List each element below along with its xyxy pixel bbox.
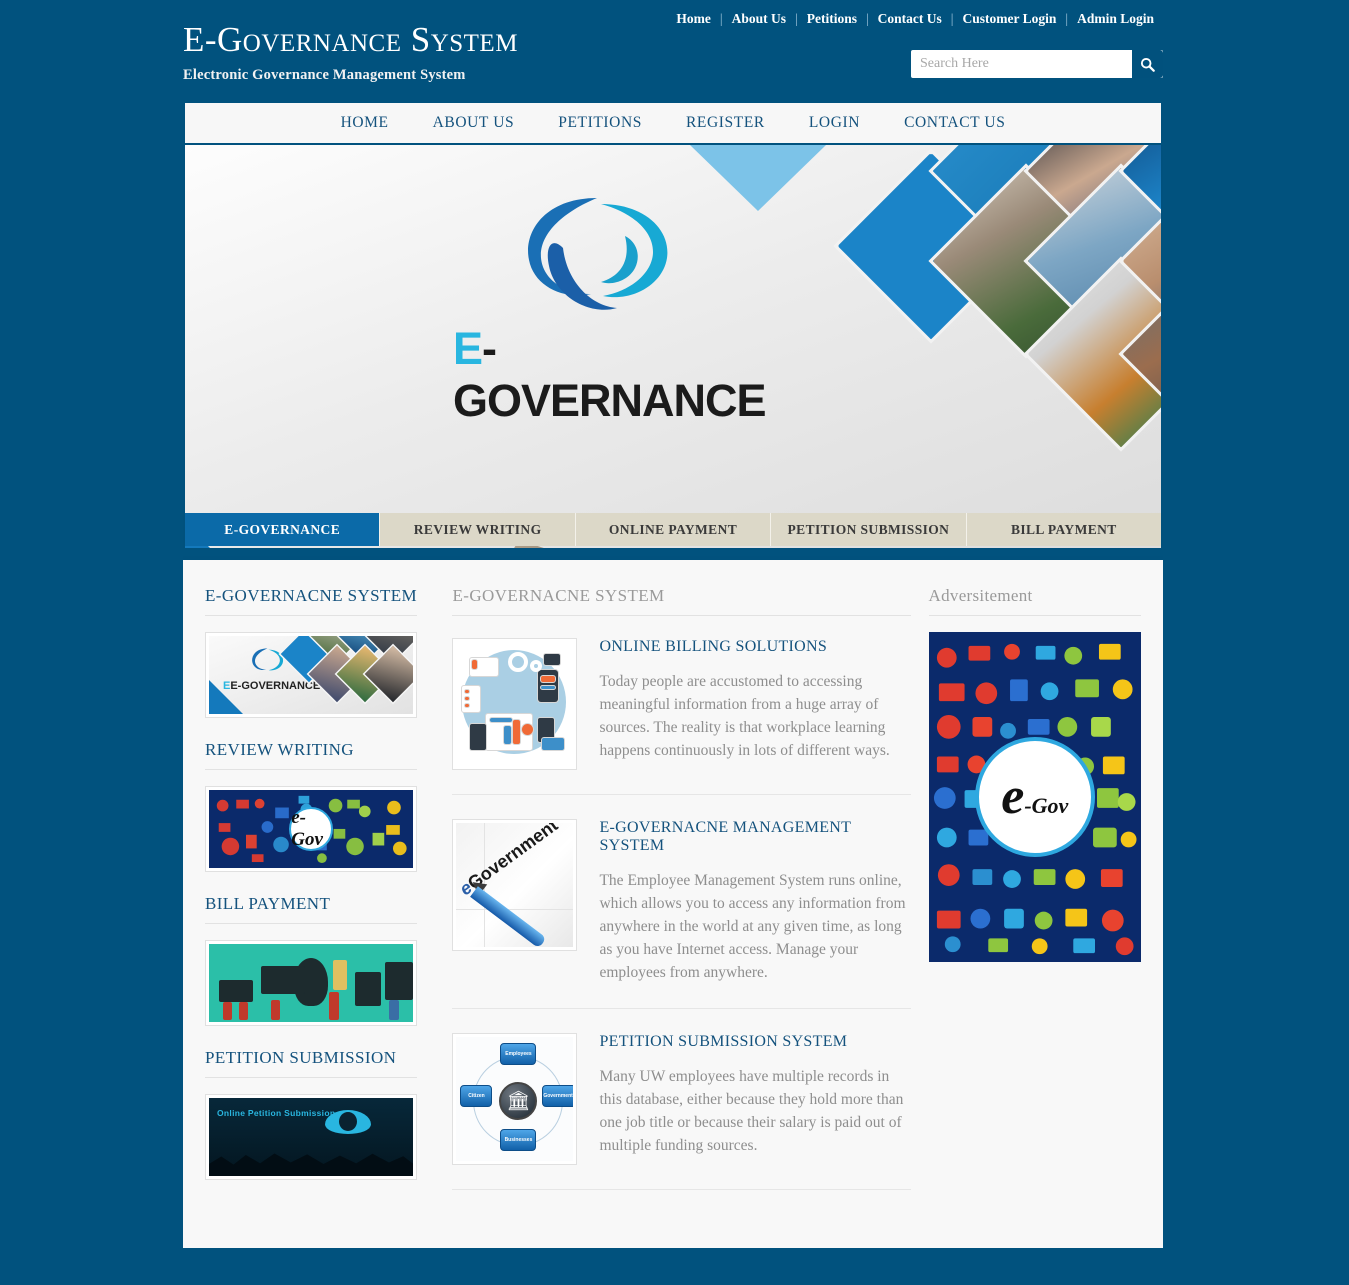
diagram-node-employees: Employees <box>500 1043 537 1065</box>
hero-slider[interactable]: E-GOVERNANCE <box>183 145 1163 548</box>
content-item-title: PETITION SUBMISSION SYSTEM <box>599 1033 848 1050</box>
arm-shape <box>333 960 347 990</box>
diagram-node-governments: Governments <box>542 1085 574 1107</box>
egov-badge: e-Gov <box>289 807 334 851</box>
topnav-item-about-us[interactable]: About Us <box>723 11 795 27</box>
topnav-item-admin-login[interactable]: Admin Login <box>1068 11 1163 27</box>
sidebar-thumb-petition-submission[interactable]: Online Petition Submission <box>205 1094 418 1180</box>
tab-review-writing[interactable]: REVIEW WRITING <box>380 513 576 546</box>
tab-bill-payment[interactable]: BILL PAYMENT <box>966 513 1162 546</box>
site-logo[interactable]: E-Governance System Electronic Governanc… <box>183 22 518 84</box>
content-item-text: Today people are accustomed to accessing… <box>599 673 890 759</box>
tablet-shape <box>385 962 413 1000</box>
tab-online-payment[interactable]: ONLINE PAYMENT <box>575 513 772 546</box>
search-box <box>911 50 1163 78</box>
egov-badge-text: e-Gov <box>291 807 323 850</box>
site-subtitle: Electronic Governance Management System <box>183 67 466 83</box>
petition-diagram-illustration: Employees Citizen Governments Businesses… <box>456 1037 574 1161</box>
egovernance-banner-thumbnail: EE-GOVERNANCE <box>209 636 414 714</box>
search-input[interactable] <box>911 50 1132 78</box>
petition-banner-caption: Online Petition Submission <box>217 1108 336 1118</box>
egov-social-icons-advertisement[interactable]: e-Gov <box>928 632 1141 962</box>
site-title: E-Governance System <box>183 20 518 59</box>
menu-item-register[interactable]: REGISTER <box>664 114 787 132</box>
arm-shape <box>389 1000 399 1020</box>
arm-shape <box>223 1002 232 1020</box>
egov-badge: e-Gov <box>974 737 1095 857</box>
hero-branding: E-GOVERNANCE <box>185 145 785 548</box>
thumbnail-mosaic <box>281 636 414 714</box>
topnav-item-petitions[interactable]: Petitions <box>798 11 866 27</box>
top-navigation: Home | About Us | Petitions | Contact Us… <box>667 11 1163 27</box>
tab-e-governance[interactable]: E-GOVERNANCE <box>185 513 381 546</box>
slider-tabs: E-GOVERNANCE REVIEW WRITING ONLINE PAYME… <box>183 513 1163 546</box>
laptop-shape <box>261 966 305 994</box>
tab-petition-submission[interactable]: PETITION SUBMISSION <box>771 513 967 546</box>
crowd-silhouette <box>209 1153 414 1176</box>
arm-shape <box>329 992 339 1020</box>
menu-item-contact-us[interactable]: CONTACT US <box>882 114 1027 132</box>
content-item-title: ONLINE BILLING SOLUTIONS <box>599 638 828 655</box>
online-billing-illustration <box>456 642 574 766</box>
arm-shape <box>239 1002 248 1020</box>
content-item-thumb[interactable]: Employees Citizen Governments Businesses… <box>452 1033 578 1165</box>
sidebar-thumb-e-governance[interactable]: EE-GOVERNANCE <box>205 632 418 718</box>
main-content-heading: E-GOVERNACNE SYSTEM <box>452 586 911 616</box>
hero-wordmark-e: E <box>453 323 483 374</box>
sidebar-heading-petition-submission: PETITION SUBMISSION <box>205 1048 418 1078</box>
content-item-text: Many UW employees have multiple records … <box>599 1068 904 1154</box>
pen-body <box>470 886 548 947</box>
egov-badge-text: e-Gov <box>1001 768 1069 825</box>
sidebar: E-GOVERNACNE SYSTEM EE-GOVERNANCE REVIEW… <box>205 586 418 1214</box>
content-item-thumb[interactable] <box>452 638 578 770</box>
diagram-node-businesses: Businesses <box>500 1129 537 1151</box>
page-root: E-Governance System Electronic Governanc… <box>0 0 1349 1285</box>
sidebar-thumb-bill-payment[interactable] <box>205 940 418 1026</box>
arm-shape <box>271 1000 280 1020</box>
content-item-title: E-GOVERNACNE MANAGEMENT SYSTEM <box>599 819 851 854</box>
egov-icons-thumbnail: e-Gov <box>209 790 414 868</box>
hero-wordmark: E-GOVERNANCE <box>453 323 785 427</box>
egovernance-swoosh-logo <box>528 198 668 310</box>
digital-devices-thumbnail <box>209 944 414 1022</box>
content-item-thumb[interactable]: eGovernment <box>452 819 578 951</box>
topnav-item-home[interactable]: Home <box>667 11 720 27</box>
egovernment-pen-illustration: eGovernment <box>456 823 574 947</box>
smartphone-shape <box>355 972 381 1006</box>
diagram-node-citizen: Citizen <box>460 1085 493 1107</box>
site-header: E-Governance System Electronic Governanc… <box>0 0 1349 100</box>
content-item: ONLINE BILLING SOLUTIONS Today people ar… <box>452 638 911 795</box>
search-icon <box>1140 57 1155 72</box>
search-button[interactable] <box>1132 50 1163 78</box>
sidebar-thumb-review-writing[interactable]: e-Gov <box>205 786 418 872</box>
topnav-item-customer-login[interactable]: Customer Login <box>954 11 1066 27</box>
menu-item-about-us[interactable]: ABOUT US <box>411 114 537 132</box>
advertisement-heading: Adversitement <box>928 586 1141 616</box>
main-content: E-GOVERNACNE SYSTEM ONLINE BILLING SOLUT… <box>452 586 911 1214</box>
content-panel: E-GOVERNACNE SYSTEM EE-GOVERNANCE REVIEW… <box>183 556 1163 1248</box>
topnav-item-contact-us[interactable]: Contact Us <box>869 11 951 27</box>
hero-wordmark-rest: -GOVERNANCE <box>453 323 767 426</box>
tablet-shape <box>219 980 253 1002</box>
menu-item-home[interactable]: HOME <box>319 114 411 132</box>
hero-photo-mosaic <box>838 145 1161 525</box>
content-item: Employees Citizen Governments Businesses… <box>452 1033 911 1190</box>
content-item-text: The Employee Management System runs onli… <box>599 872 906 981</box>
menu-item-login[interactable]: LOGIN <box>787 114 882 132</box>
sidebar-heading-e-governance: E-GOVERNACNE SYSTEM <box>205 586 418 616</box>
advertisement-column: Adversitement e-Gov <box>928 586 1141 1214</box>
main-menu: HOME ABOUT US PETITIONS REGISTER LOGIN C… <box>183 103 1163 143</box>
online-petition-thumbnail: Online Petition Submission <box>209 1098 414 1176</box>
egovernance-swoosh-logo <box>252 648 284 671</box>
content-item: eGovernment E-GOVERNACNE MANAGEMENT SYST… <box>452 819 911 1009</box>
sidebar-heading-bill-payment: BILL PAYMENT <box>205 894 418 924</box>
menu-item-petitions[interactable]: PETITIONS <box>536 114 664 132</box>
sidebar-heading-review-writing: REVIEW WRITING <box>205 740 418 770</box>
